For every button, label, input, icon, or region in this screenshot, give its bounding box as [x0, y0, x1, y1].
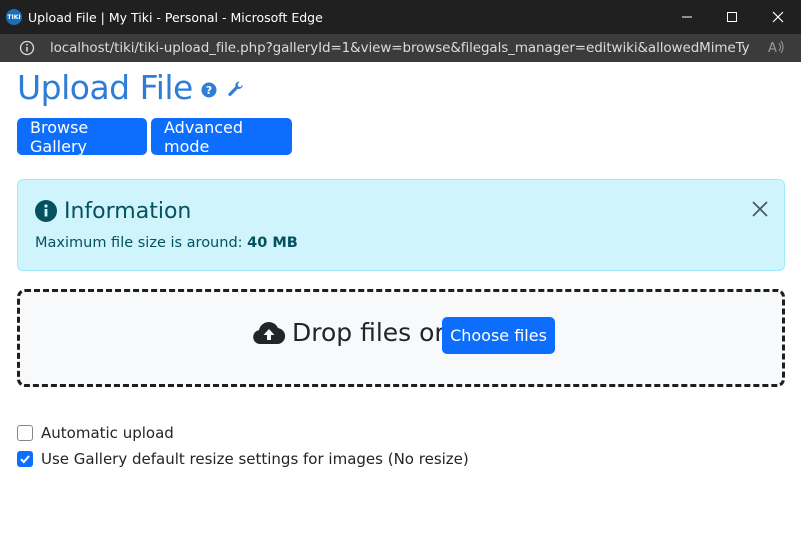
browse-gallery-button[interactable]: Browse Gallery: [17, 118, 147, 156]
address-bar: localhost/tiki/tiki-upload_file.php?gall…: [0, 34, 801, 62]
site-info-icon[interactable]: [19, 40, 35, 61]
wrench-icon[interactable]: [227, 80, 245, 103]
automatic-upload-checkbox[interactable]: [17, 425, 33, 441]
advanced-mode-button[interactable]: Advanced mode: [151, 118, 292, 156]
maximize-button[interactable]: [709, 0, 755, 34]
info-alert: Information Maximum file size is around:…: [17, 179, 785, 271]
help-icon[interactable]: ?: [201, 82, 217, 103]
alert-title: Information: [64, 199, 192, 224]
checkmark-icon: [20, 455, 30, 464]
resize-settings-label: Use Gallery default resize settings for …: [41, 450, 469, 468]
minimize-icon: [682, 16, 692, 18]
choose-files-button[interactable]: Choose files: [442, 317, 555, 354]
automatic-upload-label: Automatic upload: [41, 424, 174, 442]
window-titlebar: TIKI Upload File | My Tiki - Personal - …: [0, 0, 801, 34]
file-dropzone[interactable]: Drop files or Choose files: [17, 289, 785, 387]
alert-text: Maximum file size is around: 40 MB: [35, 235, 298, 251]
close-icon: [752, 201, 768, 217]
max-file-size: 40 MB: [247, 235, 298, 251]
alert-close-button[interactable]: [751, 200, 769, 223]
window-title: Upload File | My Tiki - Personal - Micro…: [28, 10, 323, 25]
svg-text:?: ?: [206, 84, 212, 97]
close-window-button[interactable]: [755, 0, 801, 34]
info-circle-icon: [35, 200, 57, 227]
close-icon: [772, 11, 784, 23]
url-field[interactable]: localhost/tiki/tiki-upload_file.php?gall…: [50, 40, 750, 56]
drop-files-text: Drop files or: [292, 318, 445, 347]
cloud-upload-icon: [252, 320, 286, 351]
automatic-upload-option[interactable]: Automatic upload: [17, 423, 174, 443]
page-title: Upload File: [17, 68, 193, 107]
tiki-app-icon: TIKI: [6, 9, 22, 25]
alert-text-prefix: Maximum file size is around:: [35, 235, 248, 251]
read-aloud-icon[interactable]: A: [768, 39, 786, 58]
svg-text:A: A: [768, 41, 777, 55]
maximize-icon: [727, 12, 737, 22]
minimize-button[interactable]: [664, 0, 710, 34]
resize-settings-option[interactable]: Use Gallery default resize settings for …: [17, 449, 469, 469]
resize-settings-checkbox[interactable]: [17, 451, 33, 467]
